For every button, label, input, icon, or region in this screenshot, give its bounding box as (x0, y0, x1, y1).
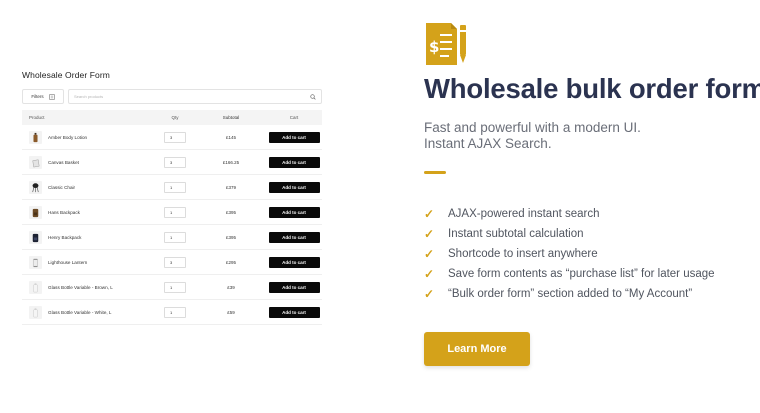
product-thumbnail[interactable] (29, 305, 42, 319)
subtotal-value: £145 (225, 134, 236, 140)
add-to-cart-button[interactable]: Add to cart (268, 306, 320, 318)
table-row: Classic Chair 1 £379 Add to cart (22, 175, 322, 200)
add-to-cart-button[interactable]: Add to cart (268, 156, 320, 168)
filter-sliders-icon (48, 93, 55, 100)
checkmark-icon: ✓ (424, 247, 435, 261)
product-thumbnail[interactable] (29, 230, 42, 244)
subtotal-value: £395 (225, 209, 236, 215)
feature-item: ✓ Shortcode to insert anywhere (424, 244, 715, 264)
quantity-input[interactable]: 1 (164, 206, 186, 218)
table-row: Canvas Basket 3 £166.25 Add to cart (22, 150, 322, 175)
subheadline-line-1: Fast and powerful with a modern UI. (424, 120, 641, 135)
feature-text: Instant subtotal calculation (448, 228, 584, 240)
feature-text: AJAX-powered instant search (448, 208, 600, 220)
col-product: Product (29, 115, 45, 120)
filters-button[interactable]: Filters (22, 89, 64, 104)
search-icon[interactable] (310, 93, 316, 100)
feature-item: ✓ Instant subtotal calculation (424, 224, 715, 244)
feature-item: ✓ Save form contents as “purchase list” f… (424, 264, 715, 284)
subtotal-value: £166.25 (222, 159, 240, 165)
quantity-input[interactable]: 1 (164, 181, 186, 193)
lantern-icon (32, 258, 39, 267)
product-name[interactable]: Amber Body Lotion (48, 135, 87, 140)
product-name[interactable]: Glass Bottle Variable - Brown, L (48, 285, 113, 290)
svg-text:$: $ (429, 38, 439, 56)
basket-icon (32, 158, 40, 167)
feature-item: ✓ AJAX-powered instant search (424, 204, 715, 224)
product-thumbnail[interactable] (29, 155, 42, 169)
add-to-cart-button[interactable]: Add to cart (268, 206, 320, 218)
subtotal-value: £59 (227, 309, 235, 315)
checkmark-icon: ✓ (424, 267, 435, 281)
table-row: Hans Backpack 1 £395 Add to cart (22, 200, 322, 225)
col-cart: Cart (289, 115, 299, 120)
bottle-icon (33, 307, 38, 317)
quantity-input[interactable]: 3 (164, 131, 186, 143)
product-thumbnail[interactable] (29, 255, 42, 269)
search-input[interactable] (74, 94, 274, 99)
table-row: Lighthouse Lantern 3 £295 Add to cart (22, 250, 322, 275)
col-subtotal: Subtotal (222, 115, 240, 120)
form-title: Wholesale Order Form (22, 70, 110, 80)
quantity-input[interactable]: 1 (164, 306, 186, 318)
subtotal-value: £39 (227, 284, 235, 290)
form-toolbar: Filters (22, 89, 322, 104)
quantity-input[interactable]: 1 (164, 281, 186, 293)
col-qty: Qty (171, 115, 179, 120)
product-thumbnail[interactable] (29, 280, 42, 294)
chair-icon (32, 182, 39, 192)
subtotal-value: £395 (225, 234, 236, 240)
subtotal-value: £379 (225, 184, 236, 190)
backpack-icon (32, 208, 39, 217)
headline: Wholesale bulk order form. (424, 73, 760, 104)
subheadline-line-2: Instant AJAX Search. (424, 135, 552, 151)
table-row: Glass Bottle Variable - White, L 1 £59 A… (22, 300, 322, 325)
feature-item: ✓ “Bulk order form” section added to “My … (424, 284, 715, 304)
table-header: Product Qty Subtotal Cart (22, 110, 322, 125)
product-name[interactable]: Lighthouse Lantern (48, 260, 87, 265)
table-row: Glass Bottle Variable - Brown, L 1 £39 A… (22, 275, 322, 300)
subheadline: Fast and powerful with a modern UI. Inst… (424, 120, 641, 151)
bottle-icon (33, 132, 38, 142)
order-form-preview: Wholesale Order Form Filters Product Qty… (22, 70, 322, 325)
product-search (68, 89, 322, 104)
product-name[interactable]: Classic Chair (48, 185, 75, 190)
add-to-cart-button[interactable]: Add to cart (268, 181, 320, 193)
backpack-icon (32, 233, 39, 242)
add-to-cart-button[interactable]: Add to cart (268, 281, 320, 293)
subtotal-value: £295 (225, 259, 236, 265)
accent-divider (424, 171, 446, 174)
checkmark-icon: ✓ (424, 227, 435, 241)
product-name[interactable]: Hans Backpack (48, 210, 80, 215)
feature-text: “Bulk order form” section added to “My A… (448, 288, 693, 300)
table-row: Amber Body Lotion 3 £145 Add to cart (22, 125, 322, 150)
quantity-input[interactable]: 3 (164, 256, 186, 268)
feature-list: ✓ AJAX-powered instant search ✓ Instant su… (424, 204, 715, 304)
product-thumbnail[interactable] (29, 180, 42, 194)
feature-text: Save form contents as “purchase list” fo… (448, 268, 715, 280)
add-to-cart-button[interactable]: Add to cart (268, 231, 320, 243)
product-name[interactable]: Canvas Basket (48, 160, 79, 165)
product-thumbnail[interactable] (29, 205, 42, 219)
table-row: Henry Backpack 1 £395 Add to cart (22, 225, 322, 250)
feature-text: Shortcode to insert anywhere (448, 248, 598, 260)
checkmark-icon: ✓ (424, 287, 435, 301)
add-to-cart-button[interactable]: Add to cart (268, 256, 320, 268)
product-name[interactable]: Henry Backpack (48, 235, 81, 240)
checkmark-icon: ✓ (424, 207, 435, 221)
add-to-cart-button[interactable]: Add to cart (268, 131, 320, 143)
product-thumbnail[interactable] (29, 130, 42, 144)
learn-more-button[interactable]: Learn More (424, 332, 530, 366)
filters-label: Filters (31, 94, 44, 99)
quantity-input[interactable]: 3 (164, 156, 186, 168)
product-name[interactable]: Glass Bottle Variable - White, L (48, 310, 112, 315)
quantity-input[interactable]: 1 (164, 231, 186, 243)
bottle-icon (33, 282, 38, 292)
order-form-document-icon: $ (426, 23, 466, 65)
